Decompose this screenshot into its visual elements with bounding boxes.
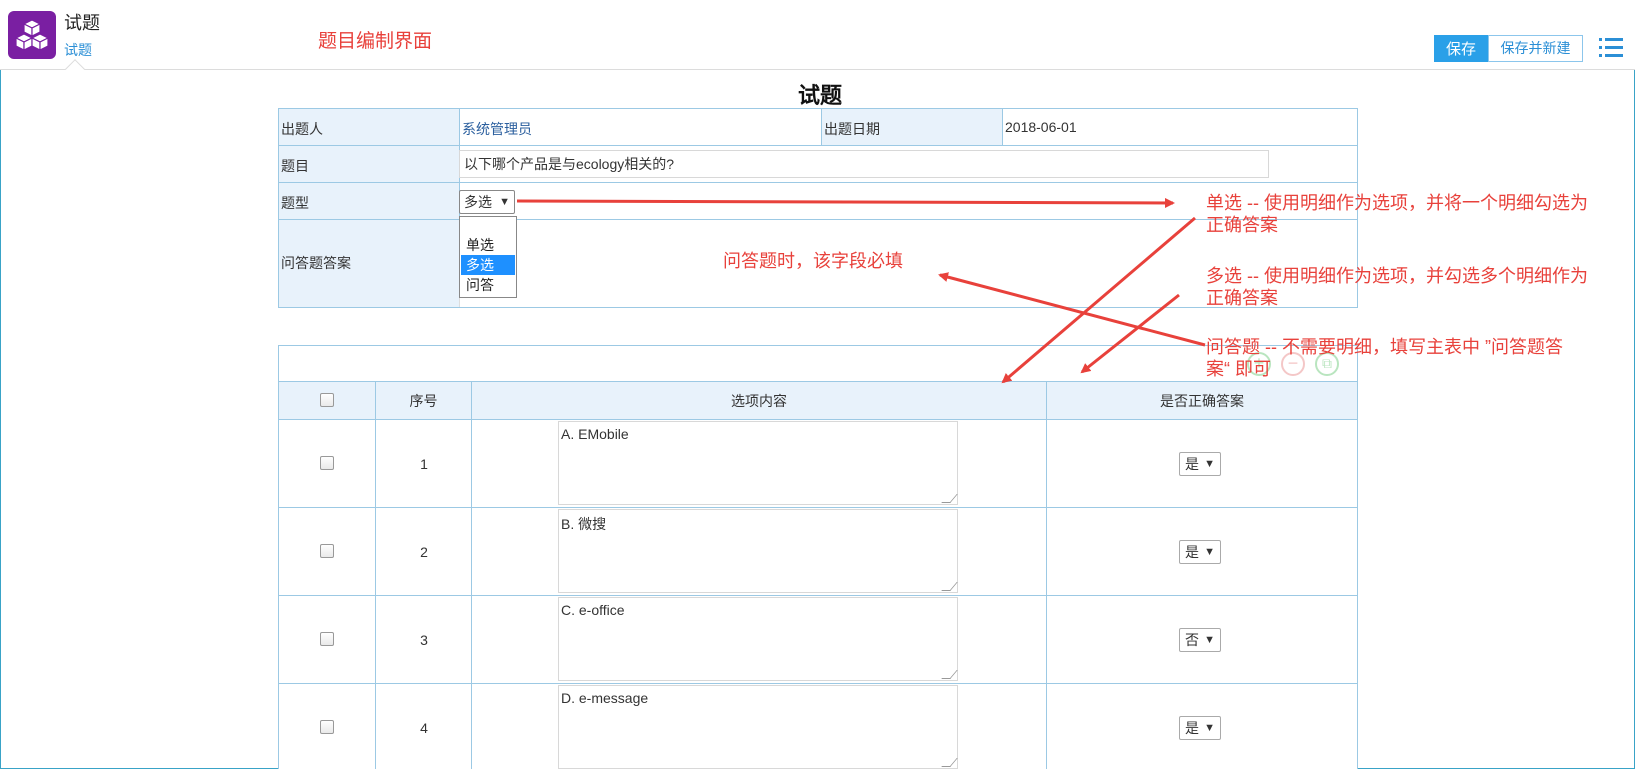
annotation-qa-line1: 问答题 -- 不需要明细，填写主表中 ”问答题答 bbox=[1206, 337, 1563, 357]
annotation-arrows bbox=[516, 197, 1206, 384]
annotation-single: 单选 -- 使用明细作为选项，并将一个明细勾选为 正确答案 bbox=[1206, 192, 1588, 236]
annotation-qa-line2: 案“ 即可 bbox=[1206, 359, 1271, 379]
annotation-multi: 多选 -- 使用明细作为选项，并勾选多个明细作为 正确答案 bbox=[1206, 265, 1588, 309]
annotation-multi-line1: 多选 -- 使用明细作为选项，并勾选多个明细作为 bbox=[1206, 266, 1588, 286]
annotation-multi-line2: 正确答案 bbox=[1206, 288, 1278, 308]
arrow-single bbox=[516, 197, 1175, 208]
annotation-qa: 问答题 -- 不需要明细，填写主表中 ”问答题答 案“ 即可 bbox=[1206, 336, 1563, 380]
annotation-single-line2: 正确答案 bbox=[1206, 215, 1278, 235]
arrow-qa bbox=[938, 272, 1206, 347]
annotation-single-line1: 单选 -- 使用明细作为选项，并将一个明细勾选为 bbox=[1206, 193, 1588, 213]
annotation-required: 问答题时，该字段必填 bbox=[723, 251, 903, 271]
